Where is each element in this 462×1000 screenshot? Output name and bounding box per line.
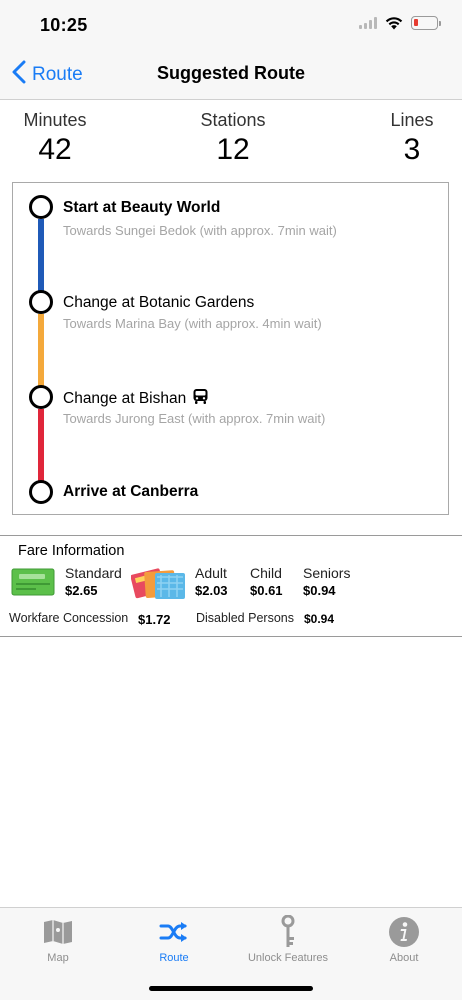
fare-title: Fare Information — [18, 543, 125, 559]
stat-lines-label: Lines — [390, 110, 434, 130]
fare-adult-value: $2.03 — [195, 583, 228, 598]
fare-seniors-value: $0.94 — [303, 583, 336, 598]
tab-map[interactable]: Map — [0, 914, 116, 964]
fare-child-value: $0.61 — [250, 583, 283, 598]
fare-standard-label: Standard — [65, 565, 122, 581]
line-segment-1 — [38, 219, 44, 291]
route-card: Start at Beauty World Towards Sungei Bed… — [12, 182, 449, 515]
stop-subtitle-change-2: Towards Jurong East (with approx. 7min w… — [63, 411, 326, 426]
stat-stations: Stations 12 — [193, 110, 273, 167]
station-node — [29, 385, 53, 409]
tab-route[interactable]: Route — [116, 914, 232, 964]
tab-unlock-features-label: Unlock Features — [247, 952, 329, 964]
tab-route-label: Route — [159, 952, 189, 964]
fare-adult-label: Adult — [195, 565, 227, 581]
home-indicator — [149, 986, 313, 991]
fare-standard-value: $2.65 — [65, 583, 98, 598]
stop-title-change-1: Change at Botanic Gardens — [63, 294, 255, 311]
stat-lines-value: 3 — [403, 133, 421, 166]
shuffle-icon — [116, 914, 232, 950]
fare-workfare-label: Workfare Concession — [9, 611, 129, 625]
fare-seniors-label: Seniors — [303, 565, 351, 581]
fare-disabled-value: $0.94 — [304, 612, 335, 626]
stat-minutes-label: Minutes — [23, 110, 87, 130]
stat-stations-value: 12 — [216, 133, 250, 166]
page-title: Suggested Route — [156, 63, 305, 83]
wifi-icon — [385, 16, 403, 30]
tab-map-label: Map — [47, 952, 69, 964]
station-node — [29, 480, 53, 504]
stop-row-change-2: Change at Bishan — [63, 388, 209, 410]
status-time: 10:25 — [40, 15, 88, 35]
stop-title-change-2: Change at Bishan — [63, 390, 187, 407]
standard-ticket-icon — [11, 567, 55, 602]
stat-minutes: Minutes 42 — [18, 110, 92, 167]
stat-stations-label: Stations — [200, 110, 266, 130]
stop-title-arrive: Arrive at Canberra — [63, 483, 199, 500]
stat-minutes-value: 42 — [38, 133, 72, 166]
info-icon — [346, 914, 462, 950]
bus-icon — [192, 388, 209, 410]
cellular-signal-icon — [359, 17, 377, 29]
tab-about[interactable]: About — [346, 914, 462, 964]
key-icon — [230, 914, 346, 950]
stop-title-start: Start at Beauty World — [63, 199, 221, 216]
tab-about-label: About — [389, 952, 419, 964]
fare-workfare-value: $1.72 — [138, 612, 171, 627]
station-node — [29, 195, 53, 219]
fare-child-label: Child — [250, 565, 282, 581]
route-stats: Minutes 42 Stations 12 Lines 3 — [0, 110, 462, 170]
top-bar: 10:25 Route Suggested Route — [0, 0, 462, 100]
status-icons — [359, 16, 441, 30]
fare-disabled-label: Disabled Persons — [196, 611, 294, 625]
stored-value-cards-icon — [130, 565, 187, 608]
line-segment-3 — [38, 409, 44, 481]
stop-subtitle-change-1: Towards Marina Bay (with approx. 4min wa… — [63, 316, 322, 331]
line-segment-2 — [38, 314, 44, 386]
stat-lines: Lines 3 — [384, 110, 440, 167]
battery-icon — [411, 16, 441, 30]
station-node — [29, 290, 53, 314]
stop-subtitle-start: Towards Sungei Bedok (with approx. 7min … — [63, 223, 337, 238]
tab-unlock-features[interactable]: Unlock Features — [230, 914, 346, 964]
tab-bar: Map Route Unlock Features About — [0, 907, 462, 1000]
fare-information: Fare Information Standard $2.65 Adult $2… — [0, 535, 462, 637]
map-icon — [0, 914, 116, 950]
